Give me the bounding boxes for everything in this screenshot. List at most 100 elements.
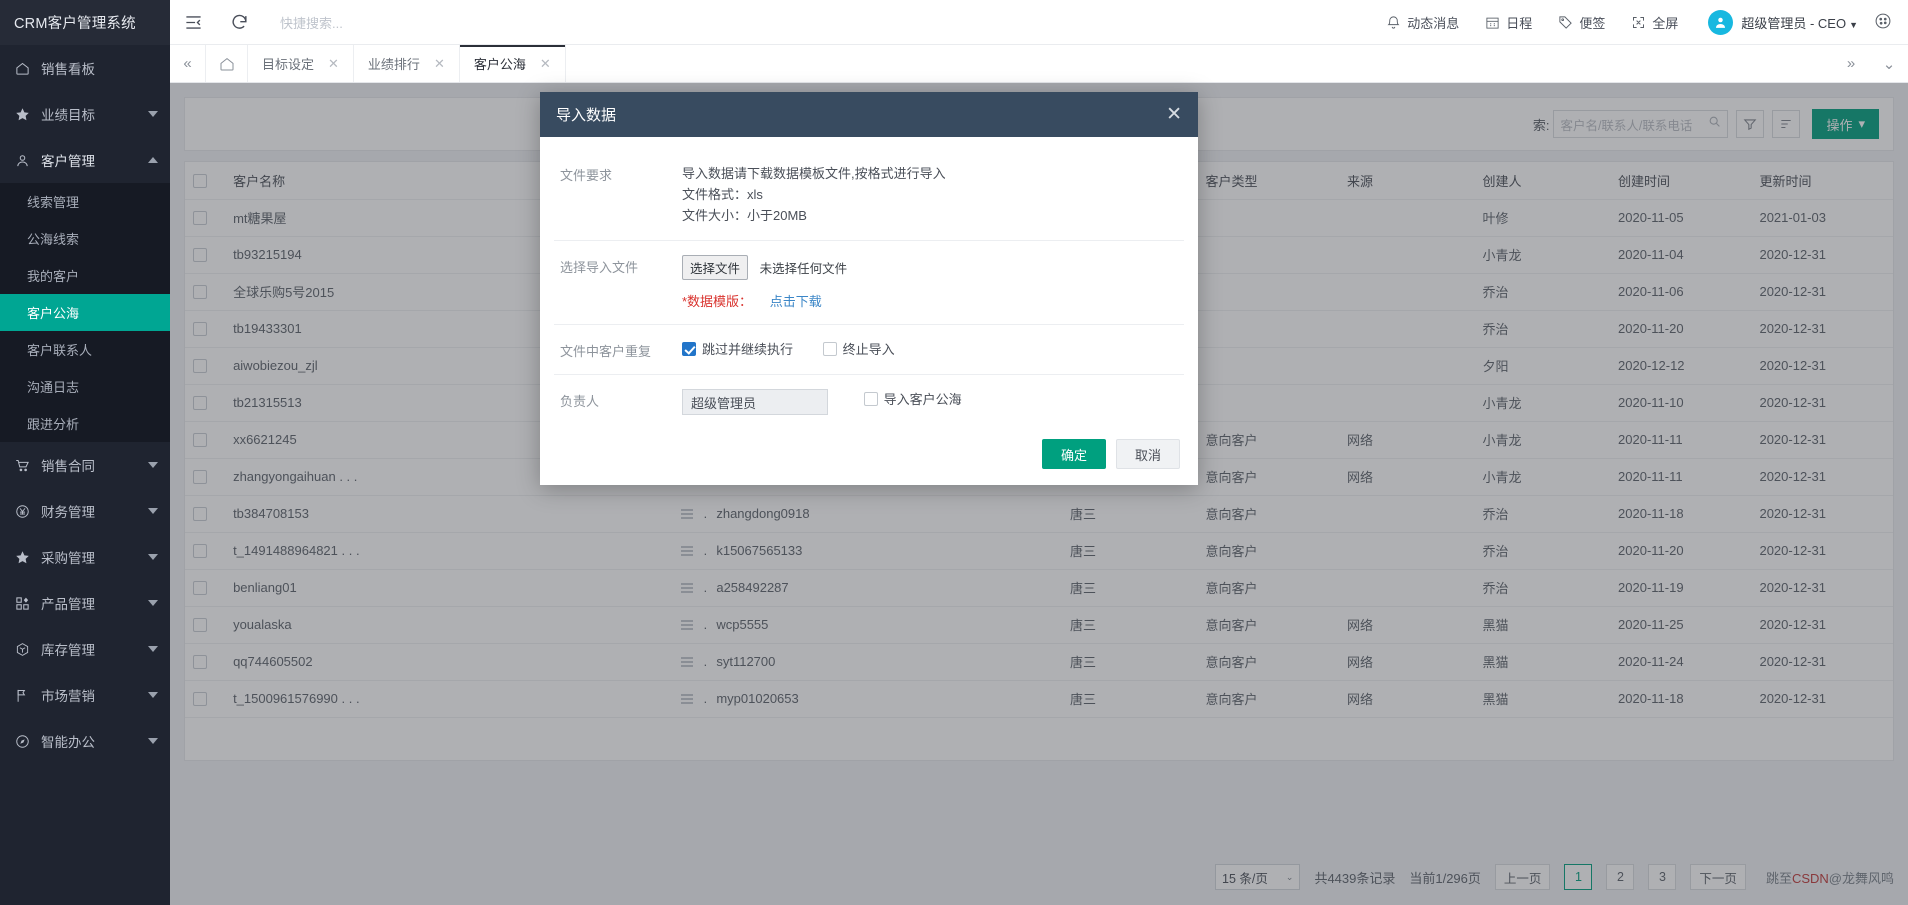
sidebar-item-communication-log[interactable]: 沟通日志 (0, 368, 170, 405)
sidebar-subitem-label: 客户联系人 (27, 343, 93, 358)
dialog-header: 导入数据 ✕ (540, 92, 1198, 137)
template-download-link[interactable]: 点击下载 (770, 294, 822, 309)
sidebar-item-label: 智能办公 (41, 735, 95, 750)
owner-input[interactable]: 超级管理员 (682, 389, 828, 416)
yen-icon (14, 503, 31, 520)
sidebar-item-purchase-management[interactable]: 采购管理 (0, 534, 170, 580)
grid-icon (14, 595, 31, 612)
user-name: 超级管理员 - CEO (1741, 15, 1847, 31)
file-req-line-3: 文件大小：小于20MB (682, 208, 807, 224)
notes-button[interactable]: 便签 (1558, 13, 1605, 32)
sidebar-item-marketing[interactable]: 市场营销 (0, 672, 170, 718)
tab-home-icon[interactable] (206, 45, 248, 82)
sidebar-item-product-management[interactable]: 产品管理 (0, 580, 170, 626)
star-icon (14, 549, 31, 566)
duplicate-handling-label: 文件中客户重复 (560, 344, 652, 360)
chevron-down-icon (148, 646, 158, 652)
sidebar-item-inventory-management[interactable]: 库存管理 (0, 626, 170, 672)
sidebar-subitem-label: 线索管理 (27, 195, 80, 210)
sidebar-item-smart-office[interactable]: 智能办公 (0, 718, 170, 764)
tab-collapse-button[interactable]: « (170, 45, 206, 82)
fullscreen-label: 全屏 (1652, 15, 1679, 31)
sidebar-submenu-customer: 线索管理 公海线索 我的客户 客户公海 客户联系人 沟通日志 跟进分析 (0, 183, 170, 442)
chevron-up-icon (148, 157, 158, 163)
palette-icon[interactable] (1874, 12, 1894, 32)
confirm-button[interactable]: 确定 (1041, 439, 1106, 470)
home-icon (14, 60, 31, 77)
menu-collapse-icon[interactable] (170, 0, 216, 45)
avatar[interactable] (1708, 9, 1734, 35)
tab-performance-ranking[interactable]: 业绩排行 ✕ (354, 45, 460, 82)
calendar-label: 日程 (1506, 15, 1533, 31)
sidebar-item-label: 销售看板 (41, 62, 95, 77)
cart-icon (14, 457, 31, 474)
duplicate-handling-value: 跳过并继续执行 终止导入 (682, 339, 1184, 359)
template-row: *数据模版： 点击下载 (682, 291, 1184, 310)
sidebar-item-customer-pool[interactable]: 客户公海 (0, 294, 170, 331)
tab-customer-pool[interactable]: 客户公海 ✕ (459, 45, 566, 82)
chevron-down-icon (148, 738, 158, 744)
checkbox-icon[interactable] (863, 391, 878, 406)
checkbox-checked-icon[interactable] (682, 341, 696, 356)
sidebar-item-followup-analysis[interactable]: 跟进分析 (0, 405, 170, 442)
news-button[interactable]: 动态消息 (1386, 13, 1459, 32)
tab-goal-setting[interactable]: 目标设定 ✕ (248, 45, 354, 82)
fullscreen-button[interactable]: 全屏 (1631, 13, 1678, 32)
tab-next-button[interactable]: » (1832, 45, 1870, 82)
file-input-group: 选择文件 未选择任何文件 (682, 255, 1184, 281)
sidebar-item-sales-contract[interactable]: 销售合同 (0, 442, 170, 488)
refresh-icon[interactable] (216, 0, 262, 45)
file-req-line-2: 文件格式：xls (682, 187, 763, 203)
choose-file-button[interactable]: 选择文件 (682, 255, 749, 281)
calendar-button[interactable]: 日程 (1485, 13, 1532, 32)
sidebar-item-public-leads[interactable]: 公海线索 (0, 220, 170, 257)
import-to-pool-label: 导入客户公海 (883, 392, 962, 408)
cancel-button[interactable]: 取消 (1115, 439, 1180, 470)
sidebar-subitem-label: 客户公海 (27, 306, 80, 321)
sidebar-item-lead-management[interactable]: 线索管理 (0, 183, 170, 220)
tab-strip: « 目标设定 ✕ 业绩排行 ✕ 客户公海 ✕ » ⌄ (170, 45, 1908, 83)
chevron-down-icon (148, 508, 158, 514)
chevron-down-icon (148, 462, 158, 468)
sidebar: CRM客户管理系统 销售看板 业绩目标 客户管理 线索管理 公海线索 我的客户 (0, 0, 170, 905)
chevron-down-icon: ▼ (1849, 19, 1858, 30)
sidebar-item-label: 库存管理 (41, 643, 95, 658)
tab-dropdown-button[interactable]: ⌄ (1870, 45, 1908, 82)
close-icon[interactable]: ✕ (1166, 105, 1182, 124)
duplicate-handling-row: 文件中客户重复 跳过并继续执行 终止导入 (554, 325, 1184, 376)
owner-row: 负责人 超级管理员 导入客户公海 (554, 375, 1184, 429)
checkbox-icon[interactable] (822, 341, 837, 356)
close-icon[interactable]: ✕ (328, 56, 339, 72)
sidebar-item-label: 市场营销 (41, 689, 95, 704)
tab-strip-right: » ⌄ (1832, 45, 1908, 82)
skip-and-continue-label: 跳过并继续执行 (702, 342, 794, 358)
tab-label: 业绩排行 (367, 57, 420, 72)
sidebar-item-performance-goal[interactable]: 业绩目标 (0, 91, 170, 137)
app-root: CRM客户管理系统 销售看板 业绩目标 客户管理 线索管理 公海线索 我的客户 (0, 0, 1908, 905)
sidebar-subitem-label: 沟通日志 (27, 380, 80, 395)
sidebar-item-sales-board[interactable]: 销售看板 (0, 45, 170, 91)
sidebar-subitem-label: 跟进分析 (27, 417, 80, 432)
sidebar-item-my-customers[interactable]: 我的客户 (0, 257, 170, 294)
bell-icon (1386, 15, 1401, 30)
import-to-pool-option[interactable]: 导入客户公海 (863, 389, 962, 408)
close-icon[interactable]: ✕ (540, 56, 551, 72)
sidebar-item-customer-management[interactable]: 客户管理 (0, 137, 170, 183)
abort-import-option[interactable]: 终止导入 (822, 339, 895, 358)
sidebar-item-finance-management[interactable]: 财务管理 (0, 488, 170, 534)
owner-label: 负责人 (560, 394, 600, 410)
dialog-title: 导入数据 (556, 107, 617, 124)
user-menu[interactable]: 超级管理员 - CEO ▼ (1741, 13, 1858, 32)
quick-search-placeholder[interactable]: 快捷搜索... (280, 13, 1360, 32)
sidebar-item-customer-contacts[interactable]: 客户联系人 (0, 331, 170, 368)
file-requirement-label: 文件要求 (560, 168, 613, 183)
close-icon[interactable]: ✕ (434, 56, 445, 72)
skip-and-continue-option[interactable]: 跳过并继续执行 (682, 339, 793, 358)
brand-title: CRM客户管理系统 (0, 0, 170, 45)
sidebar-item-label: 销售合同 (41, 459, 95, 474)
tag-icon (1558, 15, 1573, 30)
news-label: 动态消息 (1407, 15, 1460, 31)
top-bar-actions: 动态消息 日程 便签 全屏 超级管理员 - CEO ▼ (1360, 9, 1908, 35)
star-icon (14, 106, 31, 123)
choose-file-label: 选择导入文件 (560, 260, 639, 276)
